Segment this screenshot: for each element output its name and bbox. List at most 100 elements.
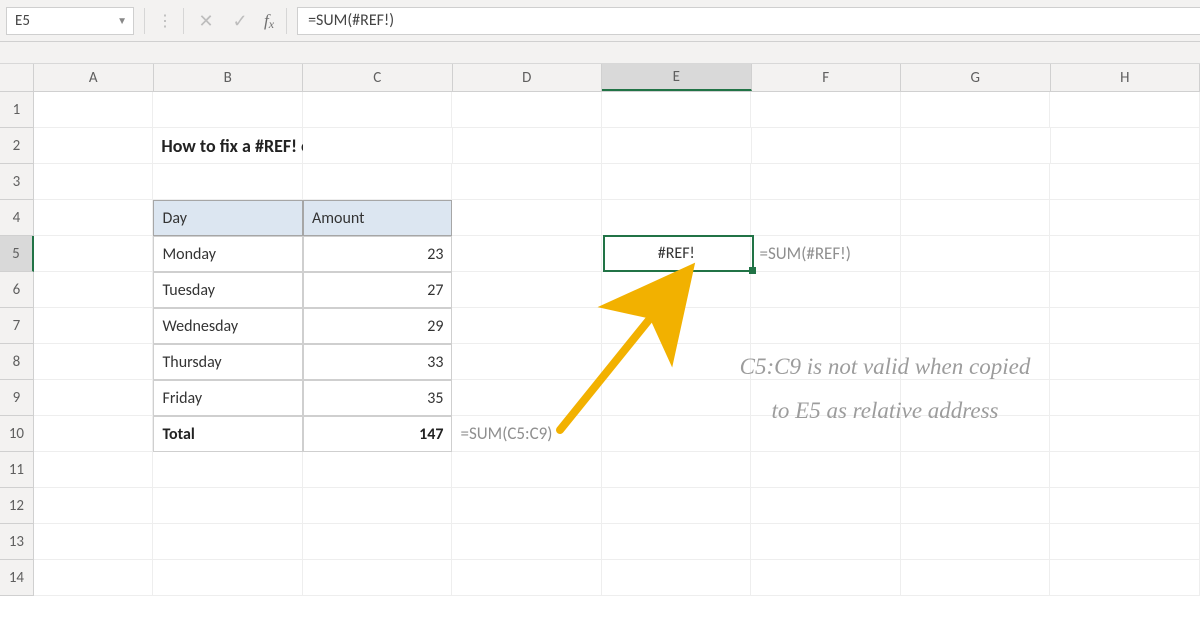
cell[interactable] [452,272,602,308]
cell[interactable] [303,524,453,560]
col-header-E[interactable]: E [602,64,752,91]
cell[interactable] [303,92,453,128]
cell[interactable] [452,236,602,272]
row-header-4[interactable]: 4 [0,200,34,236]
cell-title[interactable]: How to fix a #REF! error [153,128,303,164]
cell[interactable] [452,380,602,416]
cell[interactable] [452,200,602,236]
cell[interactable] [34,164,154,200]
cell[interactable] [303,452,453,488]
cell[interactable] [901,308,1051,344]
cell[interactable] [602,200,752,236]
table-cell-day[interactable]: Wednesday [153,308,303,344]
table-header-day[interactable]: Day [153,200,303,236]
fx-icon[interactable]: fx [262,11,276,31]
cell[interactable] [453,128,602,164]
cell[interactable] [303,488,453,524]
cell[interactable] [751,308,901,344]
cell[interactable] [153,452,303,488]
cell[interactable] [452,164,602,200]
table-cell-day[interactable]: Friday [153,380,303,416]
formula-input[interactable]: =SUM(#REF!) [297,7,1200,35]
cell[interactable] [751,524,901,560]
cell-E5-selected[interactable]: #REF! [602,236,752,272]
cell[interactable] [303,164,453,200]
cell[interactable] [751,272,901,308]
row-header-11[interactable]: 11 [0,452,34,488]
table-cell-day[interactable]: Tuesday [153,272,303,308]
cell[interactable] [602,308,752,344]
cell[interactable] [901,236,1051,272]
cell[interactable] [34,488,154,524]
cell[interactable] [1050,560,1200,596]
cell[interactable] [1050,200,1200,236]
row-header-7[interactable]: 7 [0,308,34,344]
cell[interactable] [901,164,1051,200]
cell[interactable] [153,488,303,524]
col-header-F[interactable]: F [752,64,902,91]
row-header-8[interactable]: 8 [0,344,34,380]
cell[interactable] [452,308,602,344]
name-box[interactable]: E5 ▼ [6,7,134,35]
row-header-12[interactable]: 12 [0,488,34,524]
cell[interactable] [452,452,602,488]
cell[interactable] [34,524,154,560]
cell[interactable] [602,560,752,596]
cell[interactable] [153,92,303,128]
cell[interactable] [602,272,752,308]
cell[interactable] [751,488,901,524]
cell[interactable] [901,128,1050,164]
row-header-9[interactable]: 9 [0,380,34,416]
row-header-5[interactable]: 5 [0,236,34,272]
cell[interactable] [901,488,1051,524]
more-icon[interactable]: ⋮ [155,11,173,31]
cell[interactable] [901,452,1051,488]
table-cell-amount[interactable]: 27 [303,272,453,308]
row-header-13[interactable]: 13 [0,524,34,560]
col-header-G[interactable]: G [901,64,1051,91]
table-cell-amount[interactable]: 23 [303,236,453,272]
cell[interactable] [452,524,602,560]
cell[interactable] [34,272,154,308]
cell[interactable] [34,560,154,596]
cell[interactable] [34,452,154,488]
cell[interactable] [901,560,1051,596]
formula-annotation-below[interactable]: =SUM(C5:C9) [452,416,602,452]
cell[interactable] [34,380,154,416]
cell[interactable] [303,560,453,596]
col-header-D[interactable]: D [453,64,603,91]
cell[interactable] [1050,308,1200,344]
cell[interactable] [901,524,1051,560]
col-header-H[interactable]: H [1051,64,1200,91]
formula-annotation-right[interactable]: =SUM(#REF!) [751,236,901,272]
cell[interactable] [452,488,602,524]
table-cell-amount[interactable]: 33 [303,344,453,380]
cell[interactable] [1050,488,1200,524]
cell[interactable] [901,92,1051,128]
cell[interactable] [153,164,303,200]
table-cell-amount[interactable]: 29 [303,308,453,344]
row-header-10[interactable]: 10 [0,416,34,452]
table-cell-day[interactable]: Thursday [153,344,303,380]
cell[interactable] [752,128,901,164]
col-header-A[interactable]: A [34,64,154,91]
table-cell-day[interactable]: Monday [153,236,303,272]
table-header-amount[interactable]: Amount [303,200,453,236]
select-all-corner[interactable] [0,64,34,91]
cell[interactable] [452,560,602,596]
cell[interactable] [153,560,303,596]
cell[interactable] [303,128,452,164]
cell[interactable] [1050,92,1200,128]
table-total-label[interactable]: Total [153,416,303,452]
table-total-value[interactable]: 147 [303,416,453,452]
cell[interactable] [153,524,303,560]
row-header-14[interactable]: 14 [0,560,34,596]
cell[interactable] [901,272,1051,308]
cell[interactable] [34,92,154,128]
cell[interactable] [602,488,752,524]
cell[interactable] [751,92,901,128]
cell[interactable] [602,524,752,560]
cell[interactable] [34,236,154,272]
cell[interactable] [751,452,901,488]
col-header-B[interactable]: B [154,64,304,91]
